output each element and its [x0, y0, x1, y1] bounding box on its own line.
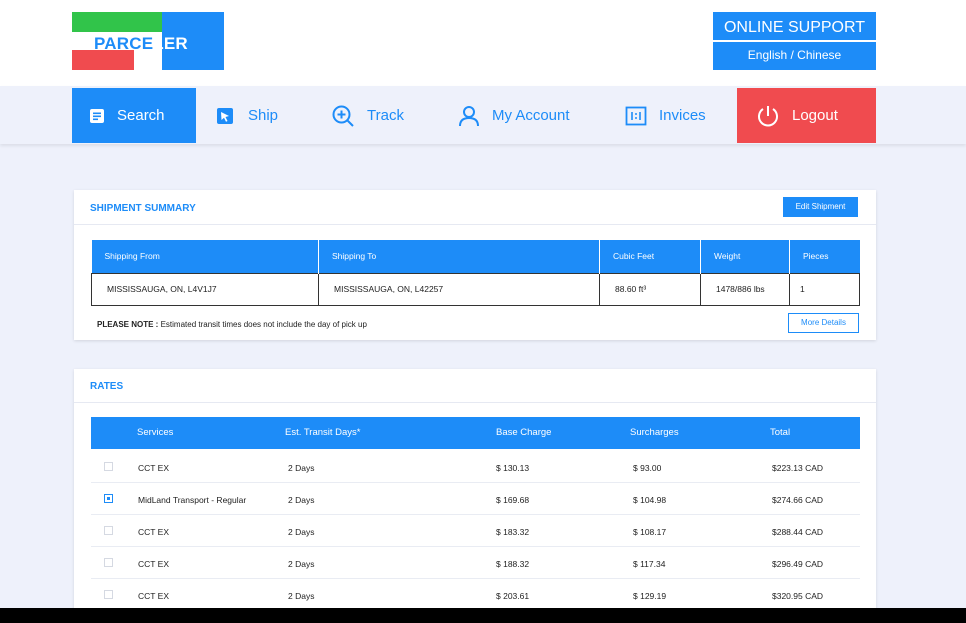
cell-cubic-feet: 88.60 ft³ — [599, 272, 701, 306]
invoice-icon — [625, 106, 647, 125]
parceler-logo[interactable]: PARCELER — [72, 12, 224, 70]
rate-total: $274.66 CAD — [772, 495, 824, 505]
zoom-in-icon — [332, 105, 354, 127]
rate-total: $296.49 CAD — [772, 559, 824, 569]
rate-surcharge: $ 108.17 — [633, 527, 667, 537]
rate-checkbox[interactable] — [104, 462, 113, 471]
header-total: Total — [770, 427, 791, 438]
table-row[interactable]: CCT EX 2 Days $ 188.32 $ 117.34 $296.49 CAD — [91, 547, 860, 579]
rate-checkbox[interactable] — [104, 494, 113, 503]
rate-service: MidLand Transport - Regular — [138, 495, 247, 505]
rate-service: CCT EX — [138, 527, 170, 537]
nav-my-account[interactable]: My Account — [458, 88, 598, 143]
table-row[interactable]: CCT EX 2 Days $ 183.32 $ 108.17 $288.44 CAD — [91, 515, 860, 547]
rate-total: $223.13 CAD — [772, 463, 824, 473]
rate-checkbox[interactable] — [104, 558, 113, 567]
nav-ship[interactable]: Ship — [216, 88, 316, 143]
header-surcharges: Surcharges — [630, 427, 679, 438]
header-pieces: Pieces — [789, 240, 860, 273]
online-support-title: ONLINE SUPPORT — [713, 12, 876, 42]
transit-note: PLEASE NOTE : Estimated transit times do… — [97, 320, 367, 329]
nav-my-account-label: My Account — [492, 107, 570, 124]
rate-transit-days: 2 Days — [288, 495, 315, 505]
rates-title: RATES — [90, 381, 124, 392]
header-base-charge: Base Charge — [496, 427, 552, 438]
shipment-summary-table: Shipping From Shipping To Cubic Feet Wei… — [91, 240, 860, 306]
cell-shipping-to: MISSISSAUGA, ON, L42257 — [318, 272, 600, 306]
rate-surcharge: $ 117.34 — [633, 559, 666, 569]
nav-search-label: Search — [117, 107, 165, 124]
rate-checkbox[interactable] — [104, 526, 113, 535]
document-icon — [90, 108, 104, 123]
nav-track[interactable]: Track — [331, 88, 441, 143]
language-selector[interactable]: English / Chinese — [713, 42, 876, 68]
rate-base-charge: $ 203.61 — [496, 591, 530, 601]
more-details-button[interactable]: More Details — [788, 313, 859, 333]
nav-search[interactable]: Search — [72, 88, 196, 143]
power-icon — [758, 105, 778, 126]
rate-transit-days: 2 Days — [288, 463, 315, 473]
rate-base-charge: $ 183.32 — [496, 527, 530, 537]
header-cubic-feet: Cubic Feet — [599, 240, 701, 273]
panel-divider — [74, 224, 876, 225]
rate-service: CCT EX — [138, 559, 170, 569]
rate-transit-days: 2 Days — [288, 527, 315, 537]
main-nav: Search Ship Track My Account Invices Log… — [0, 86, 966, 144]
note-label: PLEASE NOTE : — [97, 320, 159, 329]
rate-base-charge: $ 188.32 — [496, 559, 530, 569]
logout-label: Logout — [792, 107, 838, 124]
edit-shipment-button[interactable]: Edit Shipment — [783, 197, 858, 217]
user-icon — [459, 105, 479, 126]
rate-surcharge: $ 129.19 — [633, 591, 667, 601]
header-transit-days: Est. Transit Days* — [285, 427, 361, 438]
nav-track-label: Track — [367, 107, 404, 124]
rates-table-header: Services Est. Transit Days* Base Charge … — [91, 417, 860, 449]
rate-checkbox[interactable] — [104, 590, 113, 599]
rate-total: $320.95 CAD — [772, 591, 824, 601]
nav-invoices[interactable]: Invices — [625, 88, 725, 143]
table-row[interactable]: CCT EX 2 Days $ 203.61 $ 129.19 $320.95 CAD — [91, 579, 860, 608]
cell-pieces: 1 — [789, 272, 860, 306]
cell-weight: 1478/886 lbs — [700, 272, 790, 306]
logo-text: PARCELER — [94, 34, 188, 53]
nav-ship-label: Ship — [248, 107, 279, 124]
header-services: Services — [137, 427, 174, 438]
header-weight: Weight — [700, 240, 790, 273]
table-row[interactable]: MidLand Transport - Regular 2 Days $ 169.6… — [91, 483, 860, 515]
header-shipping-from: Shipping From — [91, 240, 319, 273]
rate-total: $288.44 CAD — [772, 527, 824, 537]
panel-divider — [74, 402, 876, 403]
rate-base-charge: $ 130.13 — [496, 463, 530, 473]
logout-button[interactable]: Logout — [737, 88, 876, 143]
shipment-summary-title: SHIPMENT SUMMARY — [90, 203, 196, 214]
app-screen: PARCELER ONLINE SUPPORT English / Chines… — [0, 0, 966, 608]
rate-surcharge: $ 93.00 — [633, 463, 662, 473]
rate-service: CCT EX — [138, 591, 170, 601]
rate-transit-days: 2 Days — [288, 559, 315, 569]
rate-base-charge: $ 169.68 — [496, 495, 530, 505]
shipment-summary-panel: SHIPMENT SUMMARY Edit Shipment Shipping … — [74, 190, 876, 340]
ship-cursor-icon — [217, 107, 233, 124]
rate-service: CCT EX — [138, 463, 170, 473]
table-row[interactable]: CCT EX 2 Days $ 130.13 $ 93.00 $223.13 CAD — [91, 451, 860, 483]
header-shipping-to: Shipping To — [318, 240, 600, 273]
cell-shipping-from: MISSISSAUGA, ON, L4V1J7 — [91, 272, 319, 306]
header: PARCELER ONLINE SUPPORT English / Chines… — [0, 0, 966, 86]
table-row: MISSISSAUGA, ON, L4V1J7 MISSISSAUGA, ON,… — [91, 272, 860, 306]
rate-surcharge: $ 104.98 — [633, 495, 667, 505]
nav-invoices-label: Invices — [659, 107, 706, 124]
note-text: Estimated transit times does not include… — [158, 320, 367, 329]
rates-panel: RATES Services Est. Transit Days* Base C… — [74, 369, 876, 608]
online-support-button[interactable]: ONLINE SUPPORT English / Chinese — [713, 12, 876, 70]
rate-transit-days: 2 Days — [288, 591, 315, 601]
